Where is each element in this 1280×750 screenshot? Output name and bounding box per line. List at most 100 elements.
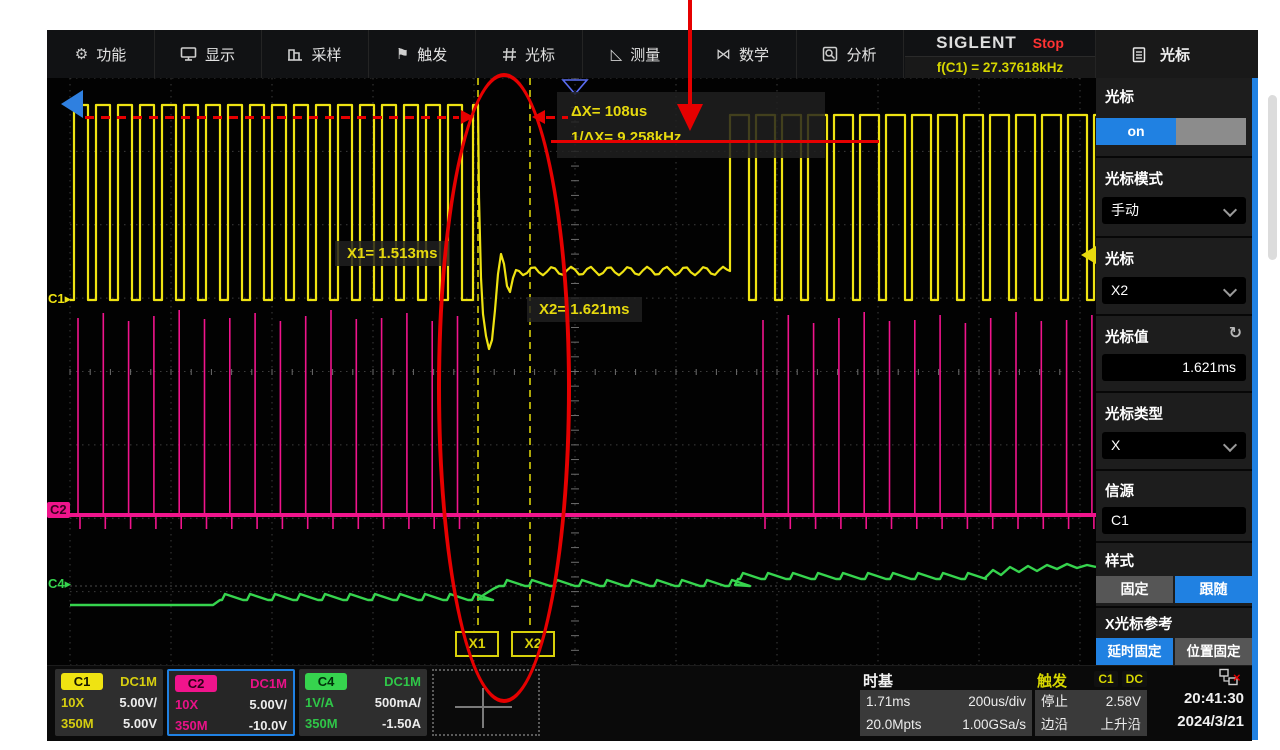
cursor-value-field[interactable]: 1.621ms	[1102, 354, 1246, 381]
channel-badge: C4	[305, 673, 347, 690]
channel-box-c2[interactable]: C2DC1M 10X5.00V/ 350M-10.0V	[167, 669, 295, 736]
cursor-select-dropdown[interactable]: X2	[1102, 277, 1246, 304]
oscilloscope-screen: ⚙ 功能 显示 采样 ⚑ 触发 光标 ◺ 测量	[47, 30, 1258, 740]
menu-item-cursor[interactable]: 光标	[475, 30, 583, 78]
section-style: 样式 固定 跟随	[1096, 541, 1252, 606]
network-disconnected-icon[interactable]: ×	[1218, 668, 1242, 688]
measure-icon: ◺	[611, 47, 623, 62]
trigger-coupling-badge: DC	[1122, 671, 1147, 687]
section-cursor-select: 光标 X2	[1096, 236, 1252, 314]
style-label: 样式	[1105, 550, 1134, 571]
logo-status-block: SIGLENT Stop f(C1) = 27.37618kHz	[905, 30, 1096, 78]
menu-item-trigger[interactable]: ⚑ 触发	[368, 30, 476, 78]
refresh-icon[interactable]: ↻	[1229, 323, 1242, 343]
crosshair-icon	[482, 688, 484, 728]
xref-position-fixed-button[interactable]: 位置固定	[1175, 638, 1252, 665]
waveform-display[interactable]: C1▸ C2 C4▸ ΔX= 108us 1/ΔX= 9.258kHz X1= …	[47, 78, 1096, 665]
trace-label-c1[interactable]: C1▸	[48, 291, 71, 307]
display-icon	[180, 46, 197, 62]
menu-label: 数学	[739, 44, 769, 65]
source-field[interactable]: C1	[1102, 507, 1246, 534]
trigger-level-marker-icon[interactable]	[1081, 246, 1096, 264]
trigger-flag-icon: ⚑	[396, 47, 409, 62]
arrow-right-icon: ▸	[65, 576, 72, 591]
style-fixed-button[interactable]: 固定	[1096, 576, 1173, 603]
trigger-title: 触发 C1DC	[1037, 670, 1147, 691]
cursor-off-toggle[interactable]	[1176, 118, 1246, 145]
channel-badge: C1	[61, 673, 103, 690]
menu-label: 分析	[846, 44, 876, 65]
menu-label: 显示	[205, 44, 235, 65]
math-icon: ⋈	[716, 47, 731, 62]
section-cursor-mode: 光标模式 手动	[1096, 156, 1252, 236]
cursor-toggle-label: 光标	[1105, 86, 1134, 107]
menu-label: 光标	[525, 44, 555, 65]
menu-item-acquire[interactable]: 采样	[261, 30, 369, 78]
channel-box-c4[interactable]: C4DC1M 1V/A500mA/ 350M-1.50A	[299, 669, 427, 736]
trigger-readout[interactable]: 停止2.58V 边沿上升沿	[1035, 690, 1147, 736]
channel-box-c1[interactable]: C1DC1M 10X5.00V/ 350M5.00V	[55, 669, 163, 736]
waveform-canvas	[47, 78, 1096, 665]
clock-date: 2024/3/21	[1177, 713, 1244, 730]
cursor-value-label: 光标值	[1105, 326, 1149, 347]
gear-icon: ⚙	[75, 47, 88, 62]
cursor-type-dropdown[interactable]: X	[1102, 432, 1246, 459]
section-cursor-onoff: 光标 on	[1096, 78, 1252, 156]
annotation-dash-arrow-right	[461, 110, 474, 124]
panel-title: 光标	[1160, 44, 1190, 65]
cursor-mode-label: 光标模式	[1105, 168, 1163, 189]
timebase-title: 时基	[863, 670, 893, 691]
source-label: 信源	[1105, 480, 1134, 501]
trigger-source-badge: C1	[1094, 671, 1117, 687]
cursor-on-toggle[interactable]: on	[1096, 118, 1176, 145]
menu-item-display[interactable]: 显示	[154, 30, 262, 78]
section-source: 信源 C1	[1096, 469, 1252, 541]
annotation-dash-arrow-left	[532, 110, 545, 124]
brand-logo: SIGLENT	[936, 33, 1017, 53]
cursor-select-label: 光标	[1105, 248, 1134, 269]
panel-header: 光标	[1096, 30, 1258, 78]
trace-label-c4[interactable]: C4▸	[48, 576, 71, 592]
annotation-dashed-line	[546, 116, 568, 119]
menu-bar: ⚙ 功能 显示 采样 ⚑ 触发 光标 ◺ 测量	[47, 30, 1258, 78]
cursor-mode-dropdown[interactable]: 手动	[1102, 197, 1246, 224]
annotation-ellipse	[437, 73, 571, 703]
sampling-icon	[287, 46, 303, 62]
x-reference-label: X光标参考	[1105, 613, 1173, 634]
cursor-x1-readout: X1= 1.513ms	[335, 241, 450, 266]
annotation-underline	[551, 140, 879, 143]
menu-label: 采样	[311, 44, 341, 65]
menu-item-function[interactable]: ⚙ 功能	[47, 30, 155, 78]
panel-accent-strip	[1252, 78, 1258, 740]
section-cursor-value: 光标值 ↻ 1.621ms	[1096, 314, 1252, 391]
run-state[interactable]: Stop	[1033, 35, 1064, 51]
style-follow-button[interactable]: 跟随	[1175, 576, 1252, 603]
xref-delay-fixed-button[interactable]: 延时固定	[1096, 638, 1173, 665]
analysis-icon	[822, 46, 838, 62]
clipboard-icon	[1132, 46, 1146, 63]
chevron-down-icon	[1223, 438, 1237, 452]
annotation-arrow-head	[677, 104, 703, 131]
frequency-counter: f(C1) = 27.37618kHz	[905, 56, 1095, 78]
cursor-settings-panel: 光标 on 光标模式 手动 光标 X2 光标值 ↻ 1.621ms 光标类型 X	[1096, 78, 1252, 665]
trace-label-c2[interactable]: C2	[47, 502, 70, 518]
status-bar: C1DC1M 10X5.00V/ 350M5.00V C2DC1M 10X5.0…	[47, 665, 1252, 741]
menu-item-math[interactable]: ⋈ 数学	[689, 30, 797, 78]
cursor-crosshair-icon	[502, 47, 517, 62]
trigger-delay-marker-icon[interactable]	[61, 90, 83, 118]
section-cursor-type: 光标类型 X	[1096, 391, 1252, 469]
section-x-cursor-reference: X光标参考 延时固定 位置固定	[1096, 606, 1252, 665]
browser-scrollbar-thumb[interactable]	[1268, 95, 1277, 260]
channel-badge: C2	[175, 675, 217, 692]
menu-item-analysis[interactable]: 分析	[796, 30, 904, 78]
svg-text:×: ×	[1233, 670, 1241, 685]
menu-label: 功能	[96, 44, 126, 65]
arrow-right-icon: ▸	[65, 291, 72, 306]
annotation-arrow-line	[688, 0, 692, 106]
chevron-down-icon	[1223, 283, 1237, 297]
chevron-down-icon	[1223, 203, 1237, 217]
annotation-dashed-line	[85, 116, 459, 119]
menu-item-measure[interactable]: ◺ 测量	[582, 30, 690, 78]
menu-label: 触发	[417, 44, 447, 65]
timebase-readout[interactable]: 1.71ms200us/div 20.0Mpts1.00GSa/s	[860, 690, 1032, 736]
